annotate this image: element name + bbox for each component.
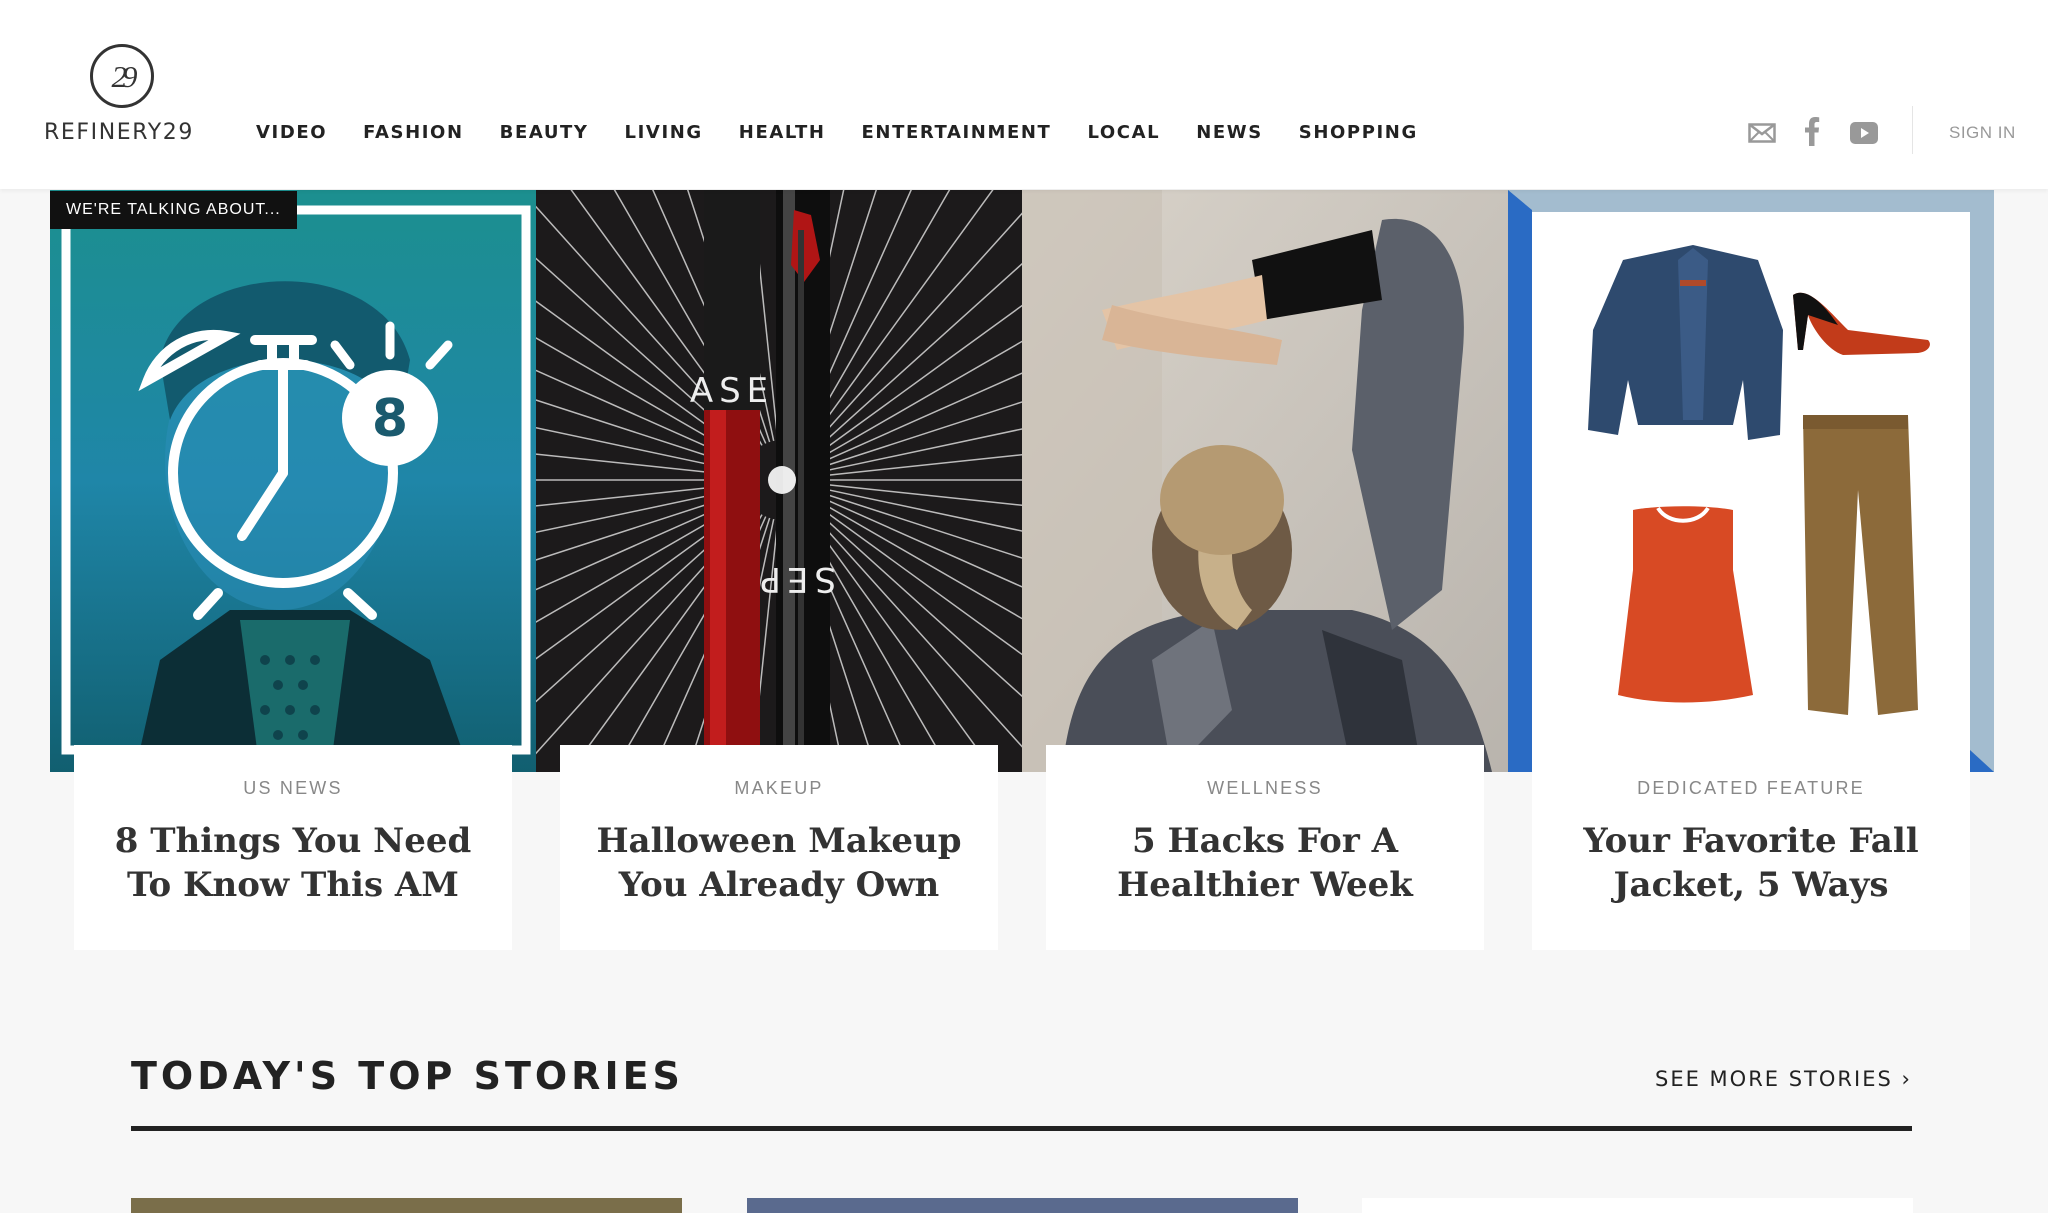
story-thumbnail[interactable] (1362, 1198, 1913, 1213)
main-nav: VIDEO FASHION BEAUTY LIVING HEALTH ENTER… (256, 122, 1454, 143)
youtube-icon[interactable] (1850, 122, 1878, 144)
nav-item-fashion[interactable]: FASHION (363, 122, 463, 143)
story-card[interactable]: DEDICATED FEATURE Your Favorite Fall Jac… (1508, 190, 1994, 950)
story-image-outfits[interactable] (1508, 190, 1994, 772)
story-card[interactable]: 8 US NEWS 8 Things You Need To Know This… (50, 190, 536, 950)
clock-number: 8 (372, 389, 408, 449)
facebook-icon[interactable] (1804, 116, 1820, 146)
story-title[interactable]: 8 Things You Need To Know This AM (88, 819, 498, 907)
site-logo[interactable]: 29 REFINERY29 (44, 40, 204, 150)
site-header: 29 REFINERY29 VIDEO FASHION BEAUTY LIVIN… (0, 0, 2048, 189)
story-category[interactable]: MAKEUP (560, 778, 998, 799)
story-title[interactable]: 5 Hacks For A Healthier Week (1060, 819, 1470, 907)
lipstick-brand-bottom: SEP (754, 559, 836, 599)
nav-item-news[interactable]: NEWS (1196, 122, 1263, 143)
nav-item-local[interactable]: LOCAL (1087, 122, 1160, 143)
story-title[interactable]: Halloween Makeup You Already Own (574, 819, 984, 907)
story-card[interactable]: ASE SEP MAKEUP Halloween Makeup You Alre… (536, 190, 1022, 950)
story-text-box: WELLNESS 5 Hacks For A Healthier Week (1046, 745, 1484, 950)
trending-badge: WE'RE TALKING ABOUT... (50, 191, 297, 229)
story-card[interactable]: WELLNESS 5 Hacks For A Healthier Week (1022, 190, 1508, 950)
story-thumbnail[interactable] (131, 1198, 682, 1213)
section-divider (131, 1126, 1912, 1131)
nav-item-video[interactable]: VIDEO (256, 122, 327, 143)
mail-icon[interactable] (1748, 123, 1776, 143)
nav-item-shopping[interactable]: SHOPPING (1299, 122, 1418, 143)
story-category[interactable]: WELLNESS (1046, 778, 1484, 799)
story-image-stretch[interactable] (1022, 190, 1508, 772)
nav-item-health[interactable]: HEALTH (739, 122, 826, 143)
story-text-box: DEDICATED FEATURE Your Favorite Fall Jac… (1532, 745, 1970, 950)
nav-item-living[interactable]: LIVING (625, 122, 703, 143)
header-divider (1912, 106, 1913, 154)
story-title[interactable]: Your Favorite Fall Jacket, 5 Ways (1546, 819, 1956, 907)
story-image-clock[interactable]: 8 (50, 190, 536, 772)
sign-in-link[interactable]: SIGN IN (1949, 123, 2016, 143)
outfit-flatlay-photo (1508, 190, 1994, 772)
logo-wordmark: REFINERY29 (44, 120, 194, 145)
lipstick-illustration: ASE SEP (536, 190, 1022, 772)
woman-stretching-photo (1022, 190, 1508, 772)
top-stories-heading: TODAY'S TOP STORIES (131, 1054, 684, 1098)
nav-item-entertainment[interactable]: ENTERTAINMENT (862, 122, 1052, 143)
story-thumbnail[interactable] (747, 1198, 1298, 1213)
lipstick-brand-top: ASE (690, 371, 774, 411)
logo-mark: 29 (90, 44, 154, 108)
portrait-illustration: 8 (50, 190, 536, 772)
story-text-box: US NEWS 8 Things You Need To Know This A… (74, 745, 512, 950)
see-more-stories-link[interactable]: SEE MORE STORIES › (1655, 1067, 1912, 1091)
story-category[interactable]: DEDICATED FEATURE (1532, 778, 1970, 799)
story-image-lipstick[interactable]: ASE SEP (536, 190, 1022, 772)
story-category[interactable]: US NEWS (74, 778, 512, 799)
story-text-box: MAKEUP Halloween Makeup You Already Own (560, 745, 998, 950)
nav-item-beauty[interactable]: BEAUTY (500, 122, 589, 143)
